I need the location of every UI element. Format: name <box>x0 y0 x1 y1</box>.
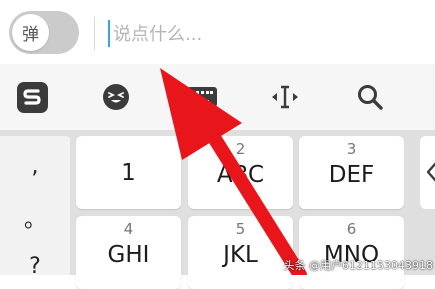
key-letters: ABC <box>216 162 265 188</box>
danmu-toggle-label: 弹 <box>22 25 39 45</box>
text-caret <box>108 20 110 47</box>
key-number: 4 <box>123 220 134 238</box>
key-3[interactable]: 3 DEF <box>299 136 404 209</box>
symbol-column[interactable]: , 。 ? <box>0 136 70 279</box>
key-5[interactable]: 5 JKL <box>188 216 293 289</box>
key-1[interactable]: 1 <box>76 136 181 209</box>
t9-keyboard: , 。 ? 1 2 ABC 3 DEF 4 GHI 5 JKL 6 MNO <box>0 130 435 289</box>
comment-input-bar: 弹 <box>0 0 435 64</box>
cursor-move-icon[interactable] <box>267 79 303 115</box>
key-letters: DEF <box>328 162 375 188</box>
key-number: 6 <box>346 220 357 238</box>
key-letters: JKL <box>223 242 258 268</box>
symbol-period[interactable]: 。 <box>0 202 70 234</box>
ime-toolbar <box>0 64 435 130</box>
key-number: 3 <box>346 140 357 158</box>
emoji-icon[interactable] <box>98 79 134 115</box>
watermark: 头条 @用户6121153043918 <box>283 259 433 272</box>
key-letters: GHI <box>107 242 150 268</box>
danmu-toggle-knob: 弹 <box>12 14 49 51</box>
backspace-key[interactable] <box>420 136 435 209</box>
key-6[interactable]: 6 MNO <box>299 216 404 289</box>
sogou-logo-icon[interactable] <box>14 79 50 115</box>
comment-input[interactable] <box>113 17 413 51</box>
search-icon[interactable] <box>352 79 388 115</box>
danmu-toggle[interactable]: 弹 <box>9 11 79 54</box>
key-number: 5 <box>235 220 246 238</box>
input-divider <box>94 17 95 50</box>
key-2[interactable]: 2 ABC <box>188 136 293 209</box>
key-letters: 1 <box>121 160 136 186</box>
key-4[interactable]: 4 GHI <box>76 216 181 289</box>
keyboard-icon[interactable] <box>184 79 220 115</box>
symbol-comma[interactable]: , <box>0 154 70 179</box>
symbol-question[interactable]: ? <box>0 254 70 279</box>
key-number: 2 <box>235 140 246 158</box>
